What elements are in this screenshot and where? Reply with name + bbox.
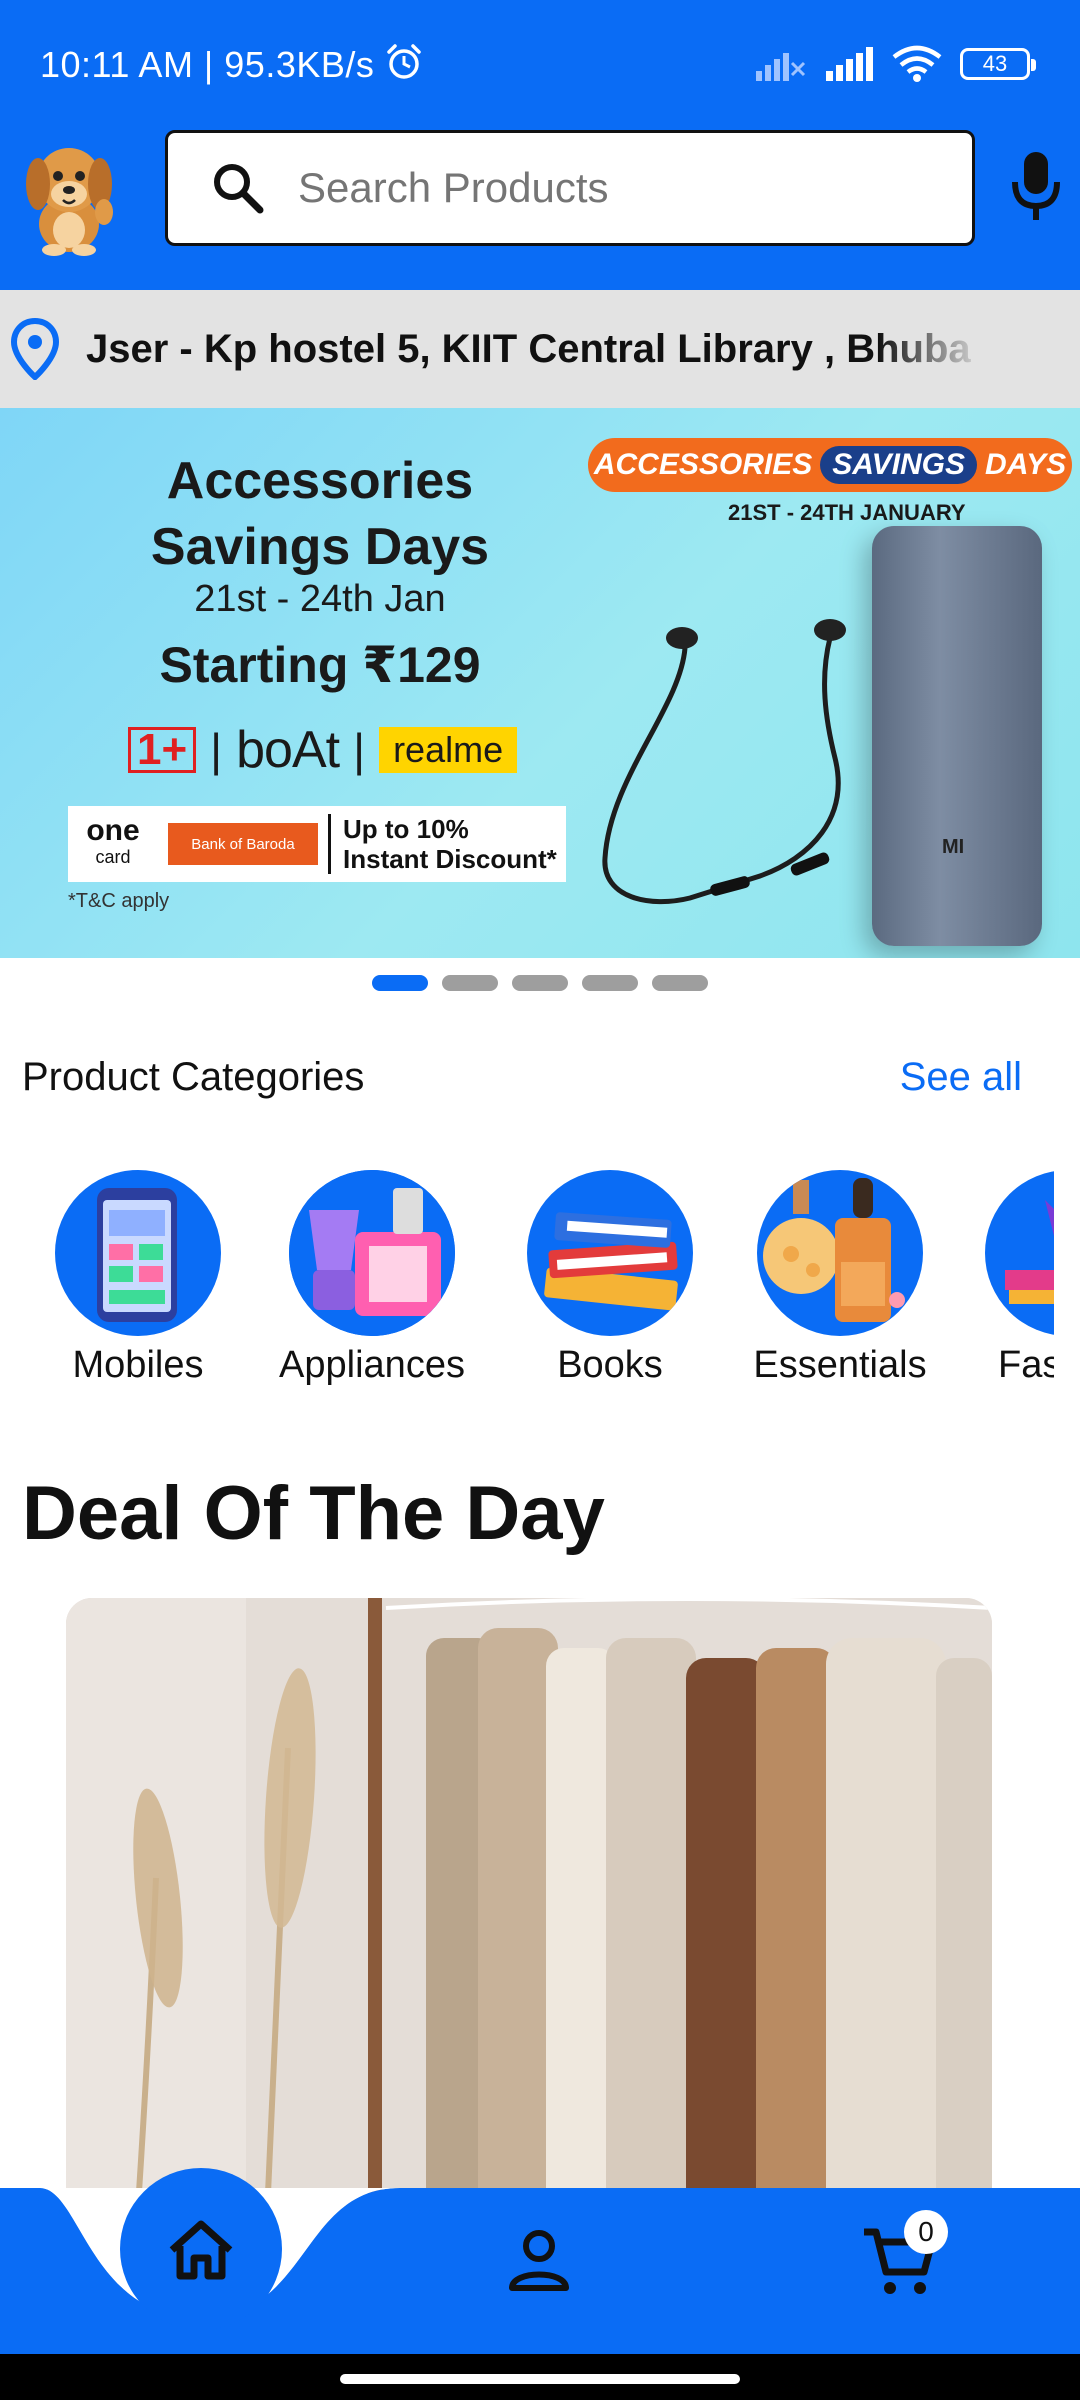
banner-title: Accessories Savings Days — [60, 448, 580, 580]
bank-offer-box: one card Bank of Baroda Up to 10% Instan… — [68, 806, 566, 882]
header: 10:11 AM | 95.3KB/s 43 Search Products — [0, 0, 1080, 290]
brand-row: 1+ | boAt | realme — [128, 720, 518, 780]
app-root: 10:11 AM | 95.3KB/s 43 Search Products J… — [0, 0, 1080, 2400]
category-label: Fas — [998, 1344, 1054, 1386]
battery-level: 43 — [982, 51, 1008, 76]
bank-of-baroda-card: Bank of Baroda — [168, 823, 318, 865]
carousel-dot[interactable] — [372, 975, 428, 991]
puppy-logo-icon[interactable] — [14, 128, 124, 256]
home-nav-button[interactable] — [120, 2168, 282, 2330]
onecard-sub: card — [95, 847, 131, 867]
microphone-icon[interactable] — [1010, 150, 1062, 222]
status-icons: 43 — [754, 44, 1036, 84]
banner-title-line1: Accessories — [166, 452, 474, 510]
signal-weak-icon — [756, 53, 806, 81]
essentials-bottle-icon — [757, 1170, 923, 1336]
signal-icon — [826, 47, 873, 81]
offer-text-line2: Instant Discount* — [343, 844, 557, 874]
carousel-dot[interactable] — [512, 975, 568, 991]
promo-banner[interactable]: Accessories Savings Days 21st - 24th Jan… — [0, 408, 1080, 958]
offer-text: Up to 10% Instant Discount* — [343, 814, 557, 874]
category-label: Mobiles — [72, 1344, 204, 1386]
search-bar[interactable] — [165, 130, 975, 246]
appliances-icon — [289, 1170, 455, 1336]
carousel-dot[interactable] — [442, 975, 498, 991]
profile-icon[interactable] — [504, 2226, 574, 2296]
banner-dates: 21st - 24th Jan — [194, 578, 446, 620]
mobile-phone-icon — [55, 1170, 221, 1336]
banner-title-line2: Savings Days — [150, 518, 490, 576]
onecard-logo: one card — [68, 816, 158, 870]
status-time: 10:11 AM | 95.3KB/s — [40, 44, 375, 85]
boat-logo: boAt — [236, 721, 340, 779]
brand-separator: | — [210, 724, 223, 776]
battery-indicator: 43 — [960, 48, 1036, 80]
brand-separator: | — [353, 724, 366, 776]
categories-title: Product Categories — [22, 1055, 365, 1099]
delivery-location-bar[interactable]: Jser - Kp hostel 5, KIIT Central Library… — [0, 290, 1080, 408]
offer-divider — [328, 814, 331, 874]
cart-count-badge: 0 — [904, 2210, 948, 2254]
search-input[interactable] — [298, 164, 938, 212]
category-label: Appliances — [279, 1344, 465, 1386]
category-books[interactable]: Books — [510, 1170, 710, 1387]
location-pin-icon — [10, 318, 60, 380]
books-icon — [527, 1170, 693, 1336]
home-indicator[interactable] — [340, 2374, 740, 2384]
terms-note: *T&C apply — [68, 890, 170, 912]
category-label: Essentials — [753, 1344, 927, 1386]
carousel-indicator — [0, 975, 1080, 991]
realme-logo: realme — [379, 727, 518, 773]
location-address: Jser - Kp hostel 5, KIIT Central Library… — [86, 326, 971, 371]
carousel-dot[interactable] — [652, 975, 708, 991]
deal-product-image[interactable] — [66, 1598, 992, 2238]
clothing-rack-photo — [66, 1598, 992, 2238]
category-essentials[interactable]: Essentials — [740, 1170, 940, 1387]
alarm-icon — [387, 44, 421, 79]
fashion-icon — [985, 1170, 1054, 1336]
power-bank-image: MI — [872, 526, 1042, 946]
deal-of-the-day-title: Deal Of The Day — [22, 1471, 605, 1556]
ribbon-text: ACCESSORIES — [593, 448, 813, 481]
category-mobiles[interactable]: Mobiles — [38, 1170, 238, 1387]
mi-logo: MI — [942, 836, 965, 858]
offer-text-line1: Up to 10% — [343, 814, 469, 844]
home-icon — [169, 2220, 233, 2280]
savings-ribbon: ACCESSORIES SAVINGS DAYS — [588, 438, 1072, 492]
see-all-link[interactable]: See all — [900, 1055, 1022, 1100]
onecard-text: one — [86, 814, 140, 847]
neckband-earphone-image — [602, 619, 846, 905]
oneplus-logo: 1+ — [128, 727, 197, 773]
ribbon-pill: SAVINGS — [820, 446, 978, 484]
banner-price: Starting ₹129 — [159, 637, 481, 693]
carousel-dot[interactable] — [582, 975, 638, 991]
category-appliances[interactable]: Appliances — [272, 1170, 472, 1387]
category-fashion[interactable]: Fas — [968, 1170, 1054, 1387]
ribbon-dates: 21ST - 24TH JANUARY — [728, 500, 966, 525]
ribbon-text: DAYS — [985, 448, 1067, 481]
search-icon — [214, 164, 264, 214]
wifi-icon — [892, 45, 942, 82]
status-bar: 10:11 AM | 95.3KB/s 43 — [0, 0, 1080, 128]
category-label: Books — [557, 1344, 663, 1386]
categories-list: Mobiles Appliances Books Essentials Fas — [0, 1170, 1054, 1400]
